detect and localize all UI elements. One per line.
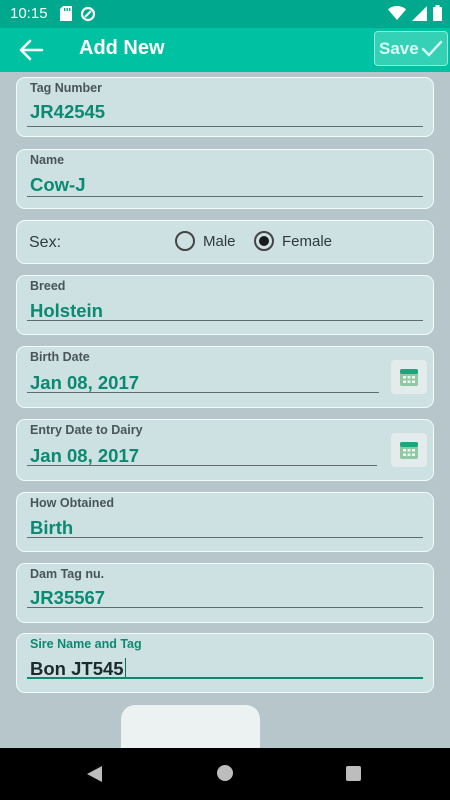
birth-date-input[interactable]: Jan 08, 2017 xyxy=(30,372,139,394)
dam-tag-card[interactable]: Dam Tag nu. JR35567 xyxy=(16,563,434,623)
birth-date-label: Birth Date xyxy=(30,350,90,364)
breed-input[interactable]: Holstein xyxy=(30,300,103,322)
name-input[interactable]: Cow-J xyxy=(30,174,86,196)
birth-date-picker-button[interactable] xyxy=(391,360,427,394)
sd-card-icon xyxy=(60,6,72,21)
sex-radio-male[interactable]: Male xyxy=(175,231,236,251)
male-option-label: Male xyxy=(203,232,236,250)
bottom-sheet-handle[interactable] xyxy=(121,705,260,748)
sire-card[interactable]: Sire Name and Tag Bon JT545 xyxy=(16,633,434,693)
entry-date-input[interactable]: Jan 08, 2017 xyxy=(30,445,139,467)
name-label: Name xyxy=(30,153,65,167)
arrow-left-icon[interactable] xyxy=(18,38,44,62)
checkmark-icon xyxy=(421,40,442,57)
save-label: Save xyxy=(379,38,419,58)
calendar-icon xyxy=(400,442,418,459)
entry-date-label: Entry Date to Dairy xyxy=(30,423,143,437)
save-button[interactable]: Save xyxy=(374,31,448,66)
sex-card: Sex: Male Female xyxy=(16,220,434,264)
battery-icon xyxy=(433,5,442,21)
nav-back-icon[interactable] xyxy=(86,765,103,783)
sex-label: Sex: xyxy=(29,234,62,251)
status-bar: 10:15 xyxy=(0,0,450,28)
how-obtained-input[interactable]: Birth xyxy=(30,517,73,539)
breed-card[interactable]: Breed Holstein xyxy=(16,275,434,335)
how-obtained-card[interactable]: How Obtained Birth xyxy=(16,492,434,552)
tag-number-input[interactable]: JR42545 xyxy=(30,101,105,123)
name-card[interactable]: Name Cow-J xyxy=(16,149,434,209)
how-obtained-label: How Obtained xyxy=(30,496,115,510)
female-option-label: Female xyxy=(282,232,333,250)
radio-checked-icon xyxy=(254,231,274,251)
calendar-icon xyxy=(400,369,418,386)
birth-date-card[interactable]: Birth Date Jan 08, 2017 xyxy=(16,346,434,408)
page-title: Add New xyxy=(79,37,165,59)
tag-number-card[interactable]: Tag Number JR42545 xyxy=(16,77,434,137)
sire-label: Sire Name and Tag xyxy=(30,637,142,651)
tag-number-label: Tag Number xyxy=(30,81,102,95)
dam-tag-label: Dam Tag nu. xyxy=(30,567,105,581)
nav-home-icon[interactable] xyxy=(217,765,233,781)
radio-unchecked-icon xyxy=(175,231,195,251)
dam-tag-input[interactable]: JR35567 xyxy=(30,587,105,609)
signal-icon xyxy=(412,5,427,21)
breed-label: Breed xyxy=(30,279,66,293)
text-cursor xyxy=(124,658,126,678)
data-saver-icon xyxy=(80,6,96,22)
system-nav-bar xyxy=(0,748,450,800)
sex-radio-female[interactable]: Female xyxy=(254,231,332,251)
entry-date-picker-button[interactable] xyxy=(391,433,427,467)
entry-date-card[interactable]: Entry Date to Dairy Jan 08, 2017 xyxy=(16,419,434,481)
wifi-icon xyxy=(388,6,406,20)
add-cow-form: Tag Number JR42545 Name Cow-J Sex: Male … xyxy=(0,72,450,748)
status-time: 10:15 xyxy=(10,5,48,22)
nav-recents-icon[interactable] xyxy=(346,766,361,781)
app-bar: Add New Save xyxy=(0,28,450,72)
